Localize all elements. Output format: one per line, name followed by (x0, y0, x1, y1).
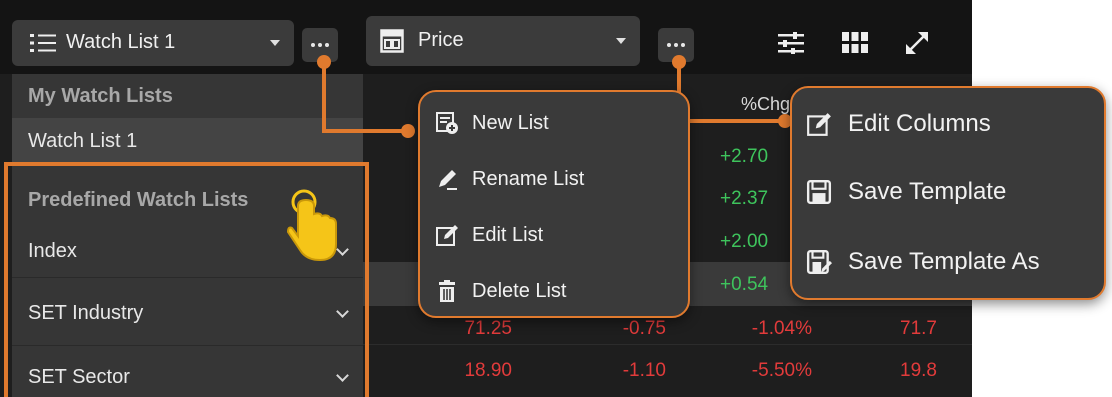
menu-item-edit-list[interactable]: Edit List (434, 222, 543, 248)
pct-change-value: +2.37 (720, 188, 769, 209)
dropdown-item-watch-list-1[interactable]: Watch List 1 (12, 118, 363, 164)
menu-item-delete-list[interactable]: Delete List (434, 278, 567, 304)
view-select[interactable]: Price (366, 16, 640, 66)
list-icon (30, 33, 56, 53)
change-value: -0.75 (622, 318, 666, 339)
menu-item-label: New List (472, 111, 549, 134)
section-header-label: My Watch Lists (28, 84, 173, 107)
toolbar: Watch List 1 Price (0, 0, 972, 74)
trash-icon (434, 278, 460, 304)
hand-cursor-icon (284, 188, 344, 264)
watchlist-select[interactable]: Watch List 1 (12, 20, 294, 66)
pct-change-value: -5.50% (751, 360, 812, 381)
new-list-icon (434, 110, 460, 136)
change-value: -1.10 (622, 360, 666, 381)
watchlist-select-label: Watch List 1 (66, 31, 176, 53)
pct-change-value: +0.54 (720, 274, 769, 295)
menu-item-rename-list[interactable]: Rename List (434, 166, 584, 192)
edit-icon (434, 222, 460, 248)
menu-item-label: Edit List (472, 223, 544, 246)
callout-line (322, 129, 408, 133)
my-watch-lists-header: My Watch Lists (12, 74, 363, 118)
pct-change-value: -1.04% (751, 318, 812, 339)
menu-item-edit-columns[interactable]: Edit Columns (806, 110, 991, 138)
callout-line (322, 62, 326, 132)
table-view-icon (380, 29, 404, 53)
save-icon (806, 179, 832, 205)
callout-line (677, 119, 785, 123)
menu-item-label: Delete List (472, 279, 567, 302)
pct-change-value: +2.70 (720, 146, 769, 167)
chevron-down-icon (616, 38, 626, 44)
menu-item-label: Edit Columns (848, 110, 991, 137)
pct-change-value: +2.00 (720, 231, 769, 252)
prev-close: 19.8 (900, 360, 937, 381)
edit-icon (806, 111, 832, 137)
dropdown-item-label: Watch List 1 (28, 129, 138, 152)
expand-icon[interactable] (902, 28, 932, 58)
column-header-pct-change: %Chg (740, 94, 790, 114)
grid-view-icon[interactable] (842, 32, 868, 54)
last-price: 18.90 (464, 360, 512, 381)
save-as-icon (806, 249, 832, 275)
filter-settings-icon[interactable] (778, 32, 804, 54)
last-price: 71.25 (464, 318, 512, 339)
view-select-label: Price (418, 29, 464, 51)
menu-item-new-list[interactable]: New List (434, 110, 549, 136)
menu-item-save-template-as[interactable]: Save Template As (806, 248, 1040, 276)
pencil-icon (434, 166, 460, 192)
menu-item-label: Save Template As (848, 248, 1040, 275)
menu-item-save-template[interactable]: Save Template (806, 178, 1006, 206)
menu-item-label: Rename List (472, 167, 585, 190)
callout-node (401, 124, 415, 138)
menu-item-label: Save Template (848, 178, 1007, 205)
chevron-down-icon (270, 40, 280, 46)
column-actions-menu: Edit Columns Save Template Save Template… (790, 86, 1106, 300)
prev-close: 71.7 (900, 318, 937, 339)
list-actions-menu: New List Rename List Edit List Delete Li… (418, 90, 690, 318)
